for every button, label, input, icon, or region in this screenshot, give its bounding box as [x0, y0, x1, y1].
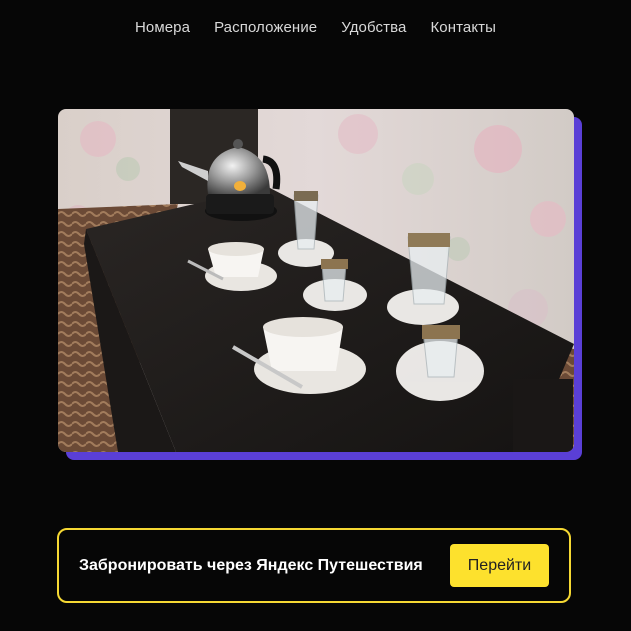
nav-item-contacts[interactable]: Контакты — [430, 19, 496, 36]
page: Номера Расположение Удобства Контакты За… — [0, 0, 631, 631]
booking-banner: Забронировать через Яндекс Путешествия П… — [57, 528, 571, 603]
room-photo-card — [58, 109, 582, 460]
booking-text: Забронировать через Яндекс Путешествия — [79, 556, 423, 574]
nav-item-rooms[interactable]: Номера — [135, 19, 190, 36]
go-button[interactable]: Перейти — [450, 544, 549, 587]
nav-item-amenities[interactable]: Удобства — [341, 19, 406, 36]
nav-item-location[interactable]: Расположение — [214, 19, 317, 36]
top-nav: Номера Расположение Удобства Контакты — [0, 19, 631, 36]
room-photo — [58, 109, 574, 452]
